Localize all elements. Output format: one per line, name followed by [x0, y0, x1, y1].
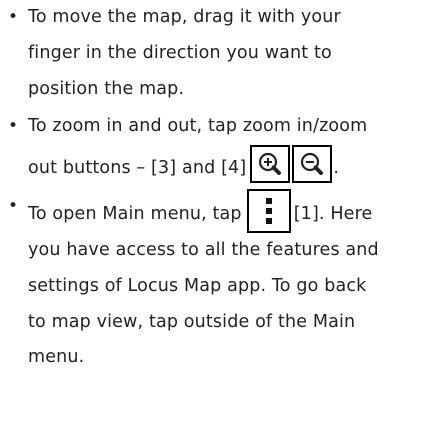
menu-text-line-1-start: To open Main menu, tap	[28, 203, 242, 224]
zoom-text-line-1: To zoom in and out, tap zoom in/zoom	[28, 116, 368, 137]
zoom-out-icon	[301, 153, 324, 176]
list-item-zoom: • To zoom in and out, tap zoom in/zoom o…	[0, 109, 444, 187]
zoom-out-button	[292, 145, 333, 184]
zoom-in-button	[250, 145, 291, 184]
move-map-text-line-3: position the map.	[28, 78, 185, 99]
instructions-list: • To move the map, drag it with your fin…	[0, 0, 444, 376]
zoom-text-line-2: out buttons – [3] and [4]	[28, 158, 247, 179]
help-page: • To move the map, drag it with your fin…	[0, 0, 444, 434]
list-item-move-map: • To move the map, drag it with your fin…	[0, 0, 444, 107]
bullet-marker: •	[8, 195, 19, 216]
list-item-main-menu: • To open Main menu, tap [1]. Here you h…	[0, 188, 444, 376]
menu-text-line-3: settings of Locus Map app. To go back	[28, 275, 367, 296]
menu-dots-icon	[265, 197, 272, 224]
bullet-marker: •	[8, 116, 19, 137]
zoom-in-icon	[259, 153, 282, 176]
menu-text-line-1-end: [1]. Here	[293, 203, 373, 224]
menu-text-line-5: menu.	[28, 347, 85, 368]
main-menu-button	[246, 188, 291, 233]
move-map-text-line-1: To move the map, drag it with your	[28, 7, 341, 27]
zoom-text-period: .	[333, 158, 340, 179]
bullet-marker: •	[8, 7, 19, 27]
move-map-text-line-2: finger in the direction you want to	[28, 42, 332, 63]
menu-text-line-4: to map view, tap outside of the Main	[28, 311, 356, 332]
menu-text-line-2: you have access to all the features and	[28, 239, 379, 260]
